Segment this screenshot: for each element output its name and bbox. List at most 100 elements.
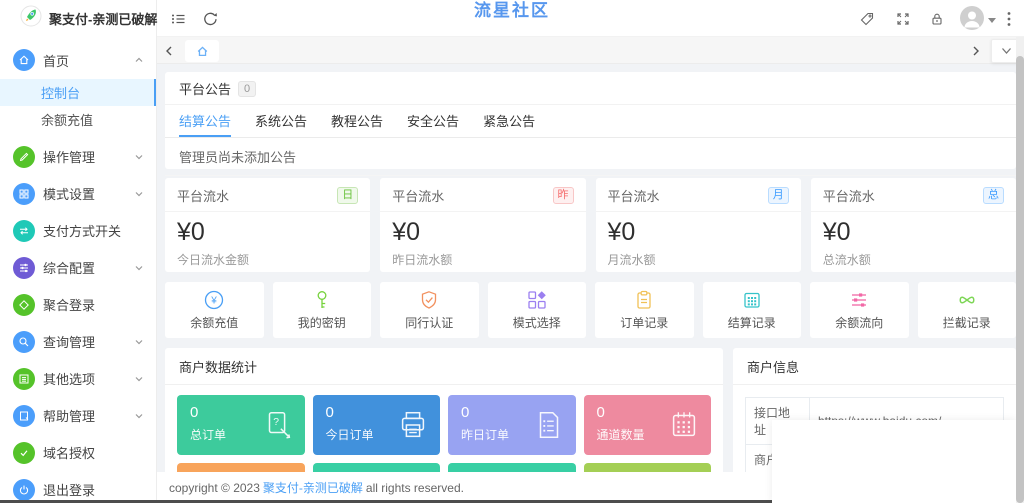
tab-system-notice[interactable]: 系统公告 (255, 105, 307, 137)
quick-mode-select[interactable]: 模式选择 (487, 282, 586, 338)
tile-yesterday-orders: 0 昨日订单 (448, 395, 576, 455)
stat-card-daily: 平台流水 日 ¥0 今日流水金额 (165, 178, 371, 272)
sidebar-item-help-mgmt[interactable]: 帮助管理 (0, 397, 156, 434)
announcement-empty-text: 管理员尚未添加公告 (165, 138, 1016, 176)
list-doc-icon (532, 408, 566, 447)
sidebar-item-label: 帮助管理 (43, 409, 96, 424)
sidebar-item-aggregate-login[interactable]: 聚合登录 (0, 286, 156, 323)
stat-title: 平台流水 (392, 189, 445, 204)
chevron-down-icon (135, 413, 143, 418)
tab-tutorial-notice[interactable]: 教程公告 (331, 105, 383, 137)
stat-value: ¥0 (607, 218, 636, 246)
refresh-icon[interactable] (195, 0, 225, 37)
announcement-title: 平台公告 (179, 82, 232, 97)
grid-icon (13, 182, 35, 205)
tile-channel-count: 0 通道数量 (583, 395, 711, 455)
tabs-scroll-left-icon[interactable] (159, 37, 179, 64)
power-icon (13, 478, 35, 501)
merchant-info-title: 商户信息 (733, 348, 1016, 385)
sidebar-item-domain-auth[interactable]: 域名授权 (0, 434, 156, 471)
tab-settlement-notice[interactable]: 结算公告 (179, 105, 232, 137)
stat-card-total: 平台流水 总 ¥0 总流水额 (810, 178, 1016, 272)
logo: 聚支付-亲测已破解 (0, 0, 157, 37)
shield-check-icon (422, 291, 437, 309)
infinity-icon (959, 296, 975, 304)
tile-value: 0 (461, 404, 470, 421)
svg-text:¥: ¥ (210, 296, 217, 307)
document-icon (13, 404, 35, 427)
chevron-down-icon (135, 339, 143, 344)
sidebar-item-home[interactable]: 首页 (0, 41, 156, 79)
announcement-tabs: 结算公告 系统公告 教程公告 安全公告 紧急公告 (165, 105, 1016, 138)
tile-value: 0 (190, 404, 199, 421)
page-tab-bar (157, 37, 1024, 64)
tab-urgent-notice[interactable]: 紧急公告 (483, 105, 535, 137)
tab-home[interactable] (185, 40, 219, 62)
sidebar-item-other-options[interactable]: 其他选项 (0, 360, 156, 397)
copyright-text: all rights reserved. (365, 480, 464, 495)
sidebar-item-query-mgmt[interactable]: 查询管理 (0, 323, 156, 360)
tag-icon[interactable] (852, 0, 882, 37)
quick-my-key[interactable]: 我的密钥 (272, 282, 371, 338)
quick-action-label: 拦截记录 (942, 316, 991, 330)
sidebar-item-general-config[interactable]: 综合配置 (0, 249, 156, 286)
stat-label: 今日流水金额 (177, 253, 250, 267)
sidebar-item-console[interactable]: 控制台 (0, 79, 156, 106)
sidebar-item-operation-mgmt[interactable]: 操作管理 (0, 138, 156, 175)
sidebar-item-mode-settings[interactable]: 模式设置 (0, 175, 156, 212)
quick-balance-recharge[interactable]: ¥ 余额充值 (165, 282, 264, 338)
app-window: 聚支付-亲测已破解 首页 控制台 余额充值 操作管理 模式设置 支付方式开关 综… (0, 0, 1024, 503)
chevron-down-icon (135, 191, 143, 196)
sidebar-item-label: 首页 (43, 53, 70, 69)
stat-badge-total: 总 (983, 187, 1004, 204)
chevron-down-icon (135, 154, 143, 159)
quick-order-records[interactable]: 订单记录 (595, 282, 694, 338)
footer-brand-link[interactable]: 聚支付-亲测已破解 (263, 479, 363, 496)
quick-action-label: 余额流向 (835, 316, 884, 330)
tabs-scroll-right-icon[interactable] (966, 37, 986, 64)
sidebar-item-logout[interactable]: 退出登录 (0, 471, 156, 503)
menu-fold-icon[interactable] (163, 0, 193, 37)
kebab-menu-icon[interactable] (994, 0, 1024, 37)
sidebar-item-balance-recharge[interactable]: 余额充值 (0, 106, 156, 133)
sidebar-item-label: 其他选项 (43, 372, 96, 387)
chevron-down-icon (1001, 48, 1011, 54)
check-icon (13, 441, 35, 464)
sidebar-item-payment-switch[interactable]: 支付方式开关 (0, 212, 156, 249)
sidebar-item-label: 操作管理 (43, 150, 96, 165)
sidebar-item-label: 查询管理 (43, 335, 96, 350)
tile-label: 昨日订单 (461, 428, 510, 442)
stat-label: 月流水额 (607, 253, 656, 267)
quick-intercept-records[interactable]: 拦截记录 (917, 282, 1016, 338)
scrollbar-thumb[interactable] (1016, 56, 1024, 503)
merchant-stats-title: 商户数据统计 (165, 348, 723, 385)
fullscreen-icon[interactable] (888, 0, 918, 37)
tile-value: 0 (596, 404, 605, 421)
clipboard-icon (637, 290, 651, 309)
quick-balance-flow[interactable]: 余额流向 (810, 282, 909, 338)
sidebar: 聚支付-亲测已破解 首页 控制台 余额充值 操作管理 模式设置 支付方式开关 综… (0, 0, 157, 503)
lock-icon[interactable] (922, 0, 952, 37)
quick-peer-auth[interactable]: 同行认证 (380, 282, 479, 338)
tab-security-notice[interactable]: 安全公告 (407, 105, 459, 137)
quick-settlement-records[interactable]: 结算记录 (702, 282, 801, 338)
stat-label: 昨日流水额 (392, 253, 453, 267)
sidebar-item-label: 余额充值 (41, 113, 94, 128)
sidebar-item-label: 模式设置 (43, 187, 96, 202)
pencil-icon (13, 145, 35, 168)
stat-value: ¥0 (822, 218, 851, 246)
stat-card-yesterday: 平台流水 昨 ¥0 昨日流水额 (380, 178, 586, 272)
sidebar-nav: 首页 控制台 余额充值 操作管理 模式设置 支付方式开关 综合配置 聚合登录 查… (0, 37, 156, 503)
stat-badge-month: 月 (767, 187, 789, 204)
top-header (157, 0, 1024, 37)
diamond-icon (13, 293, 35, 316)
tile-value: 0 (325, 404, 334, 421)
sidebar-item-label: 综合配置 (43, 261, 96, 276)
avatar (960, 6, 984, 35)
user-menu[interactable] (960, 6, 996, 35)
vertical-scrollbar[interactable] (1016, 37, 1024, 503)
quick-action-label: 结算记录 (727, 316, 776, 330)
tile-label: 总订单 (190, 428, 227, 442)
stat-badge-yesterday: 昨 (552, 187, 574, 204)
search-icon (13, 330, 35, 353)
